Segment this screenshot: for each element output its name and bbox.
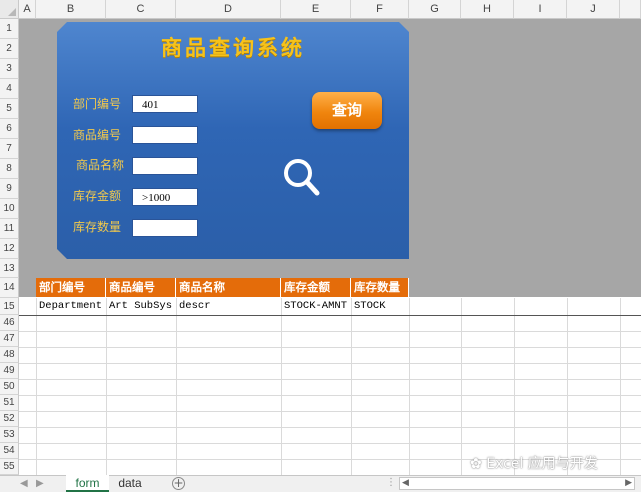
department-id-input[interactable] xyxy=(132,95,198,113)
row-header[interactable]: 5 xyxy=(0,99,19,119)
column-header-g[interactable]: G xyxy=(409,0,461,19)
row-header[interactable]: 8 xyxy=(0,159,19,179)
form-title: 商品查询系统 xyxy=(161,36,305,60)
row-header[interactable]: 48 xyxy=(0,347,19,363)
table-header-product-name[interactable]: 商品名称 xyxy=(176,278,281,297)
row-header[interactable]: 54 xyxy=(0,443,19,459)
column-header-b[interactable]: B xyxy=(36,0,106,19)
row-header[interactable]: 49 xyxy=(0,363,19,379)
column-header-f[interactable]: F xyxy=(351,0,409,19)
scroll-right-icon[interactable]: ▶ xyxy=(625,478,632,488)
table-cell[interactable]: STOCK xyxy=(351,298,409,315)
sheet-tab-bar: ◀ ▶ form data + ⋮ ◀ ▶ xyxy=(0,475,641,492)
column-header-j[interactable]: J xyxy=(567,0,620,19)
row-header[interactable]: 6 xyxy=(0,119,19,139)
table-header-stock-quantity[interactable]: 库存数量 xyxy=(351,278,409,297)
table-header-product-id[interactable]: 商品编号 xyxy=(106,278,176,297)
prev-sheet-icon[interactable]: ◀ xyxy=(20,478,28,489)
query-form-panel: 商品查询系统 部门编号 商品编号 商品名称 库存金额 库存数量 查询 xyxy=(57,22,409,259)
table-header-stock-amount[interactable]: 库存金额 xyxy=(281,278,351,297)
column-header-i[interactable]: I xyxy=(514,0,567,19)
row-header[interactable]: 15 xyxy=(0,298,19,315)
product-name-label: 商品名称 xyxy=(76,158,125,172)
row-header[interactable]: 53 xyxy=(0,427,19,443)
wechat-icon: ✿ xyxy=(470,456,482,472)
select-all-corner[interactable] xyxy=(0,0,19,19)
row-header[interactable]: 55 xyxy=(0,459,19,475)
row-header[interactable]: 9 xyxy=(0,179,19,199)
column-header-h[interactable]: H xyxy=(461,0,514,19)
row-header[interactable]: 7 xyxy=(0,139,19,159)
sheet-tab-form[interactable]: form xyxy=(66,475,109,492)
row-header[interactable]: 12 xyxy=(0,239,19,259)
table-cell[interactable]: Department xyxy=(36,298,106,315)
row-header[interactable]: 11 xyxy=(0,219,19,239)
spreadsheet-grid[interactable]: A B C D E F G H I J 1 2 3 4 5 6 7 8 9 10… xyxy=(0,0,641,476)
row-header[interactable]: 10 xyxy=(0,199,19,219)
row-header[interactable]: 4 xyxy=(0,79,19,99)
table-header-department[interactable]: 部门编号 xyxy=(36,278,106,297)
row-header[interactable]: 3 xyxy=(0,59,19,79)
product-id-input[interactable] xyxy=(132,126,198,144)
stock-amount-input[interactable] xyxy=(132,188,198,206)
column-header-d[interactable]: D xyxy=(176,0,281,19)
table-cell[interactable]: Art SubSys xyxy=(106,298,176,315)
add-sheet-icon[interactable]: + xyxy=(172,477,185,490)
scroll-left-icon[interactable]: ◀ xyxy=(402,478,409,488)
stock-quantity-input[interactable] xyxy=(132,219,198,237)
department-id-label: 部门编号 xyxy=(73,97,122,111)
stock-quantity-label: 库存数量 xyxy=(73,220,122,234)
row-header[interactable]: 46 xyxy=(0,315,19,331)
row-header[interactable]: 50 xyxy=(0,379,19,395)
row-header[interactable]: 2 xyxy=(0,39,19,59)
query-button[interactable]: 查询 xyxy=(312,92,382,129)
row-header[interactable]: 47 xyxy=(0,331,19,347)
row-header[interactable]: 1 xyxy=(0,19,19,39)
magnifier-icon[interactable] xyxy=(279,154,327,202)
column-header-c[interactable]: C xyxy=(106,0,176,19)
row-header[interactable]: 51 xyxy=(0,395,19,411)
product-name-input[interactable] xyxy=(132,157,198,175)
sheet-tab-data[interactable]: data xyxy=(110,475,150,492)
row-header[interactable]: 52 xyxy=(0,411,19,427)
table-cell[interactable]: STOCK-AMNT xyxy=(281,298,351,315)
horizontal-scrollbar[interactable]: ◀ ▶ xyxy=(399,477,635,490)
column-header-k[interactable] xyxy=(620,0,641,19)
watermark: ✿ Excel 应用与开发 xyxy=(470,456,598,472)
product-id-label: 商品编号 xyxy=(73,128,122,142)
stock-amount-label: 库存金额 xyxy=(73,189,122,203)
next-sheet-icon[interactable]: ▶ xyxy=(36,478,44,489)
table-cell[interactable]: descr xyxy=(176,298,281,315)
column-header-e[interactable]: E xyxy=(281,0,351,19)
row-header[interactable]: 14 xyxy=(0,278,19,298)
tab-split-handle-icon[interactable]: ⋮ xyxy=(386,477,396,488)
column-header-a[interactable]: A xyxy=(19,0,36,19)
row-header[interactable]: 13 xyxy=(0,259,19,278)
